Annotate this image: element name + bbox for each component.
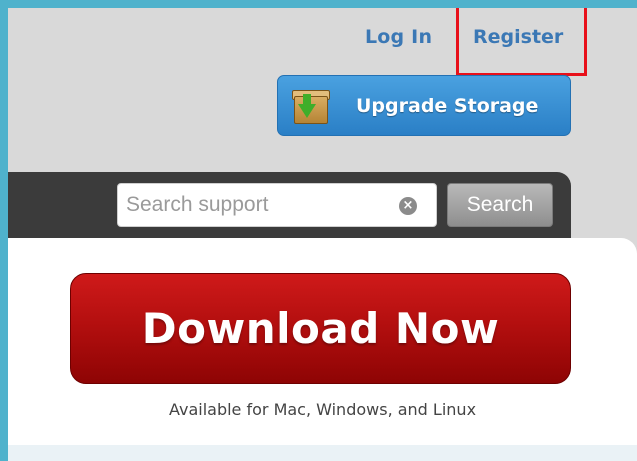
upgrade-storage-button[interactable]: Upgrade Storage	[277, 75, 571, 136]
download-now-label: Download Now	[141, 304, 500, 353]
main-content: Download Now Available for Mac, Windows,…	[8, 238, 637, 461]
login-link[interactable]: Log In	[365, 26, 432, 48]
clear-icon[interactable]: ×	[399, 197, 417, 215]
bottom-band	[8, 445, 637, 461]
search-button[interactable]: Search	[447, 183, 553, 227]
download-now-button[interactable]: Download Now	[70, 273, 571, 384]
upgrade-storage-label: Upgrade Storage	[356, 94, 539, 117]
search-input[interactable]	[117, 183, 437, 227]
page: Log In Register Upgrade Storage × Search…	[8, 8, 637, 461]
storage-box-download-icon	[292, 86, 332, 126]
availability-text: Available for Mac, Windows, and Linux	[168, 400, 477, 419]
register-highlight-box	[456, 8, 587, 76]
